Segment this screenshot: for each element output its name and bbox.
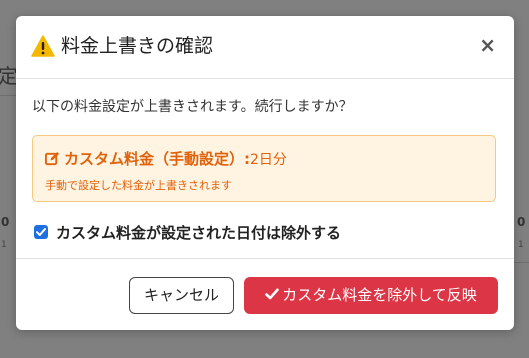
confirm-button-label[interactable]: カスタム料金を除外して反映: [282, 286, 477, 304]
background-divider: [514, 262, 529, 263]
exclude-custom-checkbox-label[interactable]: カスタム料金が設定された日付は除外する: [56, 222, 341, 243]
dialog-message: 以下の料金設定が上書きされます。続行しますか？: [32, 99, 353, 115]
alert-note: 手動で設定した料金が上書きされます: [45, 179, 232, 192]
close-button[interactable]: ×: [479, 33, 496, 57]
dialog-title: 料金上書きの確認: [61, 35, 214, 57]
background-text: 1: [1, 240, 7, 250]
background-divider: [0, 95, 16, 96]
background-text: 0: [517, 215, 526, 229]
confirm-dialog: 料金上書きの確認 × 以下の料金設定が上書きされます。続行しますか？ カスタム料…: [16, 16, 514, 330]
warning-alert: カスタム料金（手動設定）:2日分 手動で設定した料金が上書きされます: [32, 135, 496, 202]
cancel-button[interactable]: キャンセル: [129, 277, 234, 314]
background-text: 1: [518, 240, 524, 250]
dialog-footer: キャンセル カスタム料金を除外して反映: [16, 258, 514, 330]
check-icon: [265, 288, 280, 300]
edit-icon: [45, 151, 60, 166]
dialog-header: 料金上書きの確認 ×: [16, 16, 514, 79]
checkmark-icon: [36, 228, 46, 236]
warning-icon: [31, 35, 55, 57]
alert-value: 2日分: [250, 152, 287, 168]
alert-label: カスタム料金（手動設定）:: [64, 150, 250, 168]
exclude-custom-checkbox[interactable]: [34, 225, 48, 239]
confirm-button[interactable]: カスタム料金を除外して反映: [244, 277, 498, 314]
background-text: 0: [1, 215, 10, 229]
alert-title: カスタム料金（手動設定）:2日分: [45, 148, 287, 169]
